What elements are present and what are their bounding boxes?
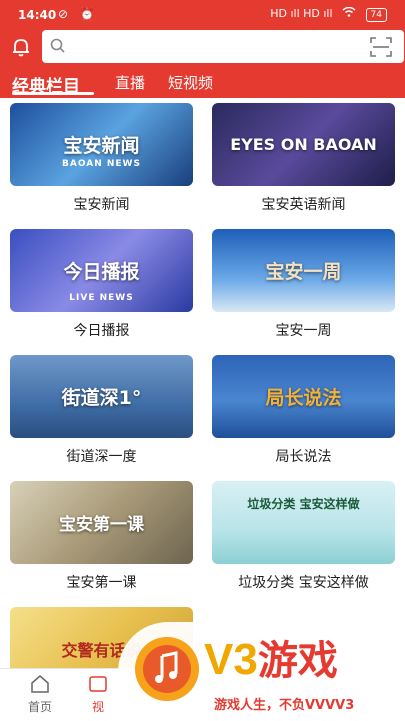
scan-icon[interactable] xyxy=(370,37,392,61)
watermark-title: V3游戏 xyxy=(204,628,338,686)
thumbnail-title: 宝安第一课 xyxy=(59,515,144,535)
search-icon xyxy=(50,38,66,58)
program-title: 局长说法 xyxy=(275,449,332,465)
thumbnail-title: 垃圾分类 宝安这样做 xyxy=(247,497,360,511)
mute-alarm-icons: ⊘ ⏰ xyxy=(58,7,99,21)
thumbnail-title: 宝安新闻 xyxy=(63,135,140,157)
program-thumbnail: 街道深1° xyxy=(10,355,193,438)
thumbnail-title: 宝安一周 xyxy=(265,261,342,283)
program-thumbnail: EYES ON BAOAN xyxy=(212,103,395,186)
program-thumbnail: 垃圾分类 宝安这样做 xyxy=(212,481,395,564)
battery-indicator: 74 xyxy=(365,8,387,22)
program-thumbnail: 宝安第一课 xyxy=(10,481,193,564)
nav-home-label: 首页 xyxy=(27,700,52,714)
program-card[interactable]: 宝安一周 宝安一周 xyxy=(212,229,395,340)
program-thumbnail: 今日播报 LIVE NEWS xyxy=(10,229,193,312)
program-title: 宝安新闻 xyxy=(73,197,130,213)
program-title: 宝安一周 xyxy=(275,323,332,339)
program-card[interactable]: 宝安新闻 BAOAN NEWS 宝安新闻 xyxy=(10,103,193,214)
watermark-overlay: V3游戏 游戏人生，不负VVVV3 xyxy=(118,622,405,720)
watermark-title-cn: 游戏 xyxy=(257,639,338,683)
search-input[interactable] xyxy=(70,34,364,60)
program-grid: 宝安新闻 BAOAN NEWS 宝安新闻 EYES ON BAOAN 宝安英语新… xyxy=(0,98,405,668)
nav-home[interactable]: 首页 xyxy=(10,675,70,715)
program-card[interactable]: 今日播报 LIVE NEWS 今日播报 xyxy=(10,229,193,340)
wifi-icon xyxy=(342,6,360,20)
bell-icon[interactable] xyxy=(10,36,32,58)
program-title: 今日播报 xyxy=(73,323,130,339)
program-card[interactable]: 局长说法 局长说法 xyxy=(212,355,395,466)
program-title: 垃圾分类 宝安这样做 xyxy=(238,575,369,591)
program-card[interactable]: 垃圾分类 宝安这样做 垃圾分类 宝安这样做 xyxy=(212,481,395,592)
home-icon xyxy=(10,675,70,696)
network-icon: HD ıll HD ıll xyxy=(270,7,333,20)
program-card[interactable]: 街道深1° 街道深一度 xyxy=(10,355,193,466)
thumbnail-title: 局长说法 xyxy=(265,387,342,409)
nav-video-label: 视 xyxy=(91,700,104,714)
app-header: 经典栏目 直播 短视频 xyxy=(0,30,405,98)
status-right: HD ıll HD ıll 74 xyxy=(264,6,387,22)
tab-short-video[interactable]: 短视频 xyxy=(168,72,213,93)
thumbnail-subtitle: LIVE NEWS xyxy=(69,293,134,303)
search-bar[interactable] xyxy=(42,30,404,63)
thumbnail-title: 街道深1° xyxy=(61,387,142,409)
program-title: 宝安第一课 xyxy=(66,575,137,591)
thumbnail-title: EYES ON BAOAN xyxy=(230,135,377,154)
thumbnail-subtitle: BAOAN NEWS xyxy=(62,159,141,169)
program-card[interactable]: EYES ON BAOAN 宝安英语新闻 xyxy=(212,103,395,214)
tab-live[interactable]: 直播 xyxy=(115,72,145,93)
program-title: 宝安英语新闻 xyxy=(261,197,346,213)
watermark-slogan: 游戏人生，不负VVVV3 xyxy=(214,698,355,713)
program-thumbnail: 宝安新闻 BAOAN NEWS xyxy=(10,103,193,186)
status-time: 14:40 xyxy=(18,8,57,22)
active-tab-indicator xyxy=(12,92,94,95)
watermark-title-v3: V3 xyxy=(204,635,258,684)
program-thumbnail: 局长说法 xyxy=(212,355,395,438)
program-thumbnail: 宝安一周 xyxy=(212,229,395,312)
music-note-logo-icon xyxy=(132,634,202,704)
program-card[interactable]: 宝安第一课 宝安第一课 xyxy=(10,481,193,592)
program-title: 街道深一度 xyxy=(66,449,137,465)
status-bar: 14:40 ⊘ ⏰ HD ıll HD ıll 74 xyxy=(0,0,405,30)
